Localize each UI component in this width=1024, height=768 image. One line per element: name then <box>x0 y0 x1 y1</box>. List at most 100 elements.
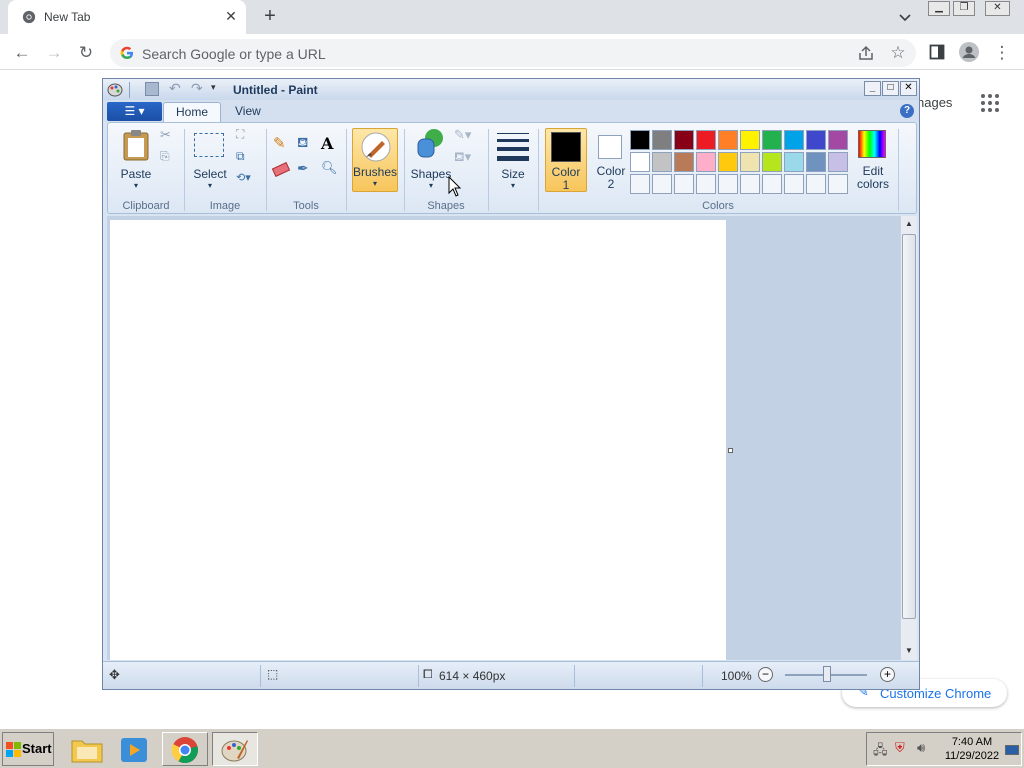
file-explorer-taskbar-button[interactable] <box>64 732 110 766</box>
palette-swatch[interactable] <box>762 130 782 150</box>
tab-close-icon[interactable]: ✕ <box>222 8 240 25</box>
media-player-taskbar-button[interactable] <box>112 732 158 766</box>
palette-swatch[interactable] <box>806 152 826 172</box>
palette-swatch[interactable] <box>718 130 738 150</box>
ntp-images-link[interactable]: nages <box>917 95 952 110</box>
palette-empty-swatch[interactable] <box>696 174 716 194</box>
undo-icon[interactable]: ↶ <box>169 80 181 97</box>
palette-swatch[interactable] <box>828 130 848 150</box>
brushes-button[interactable]: Brushes ▾ <box>352 128 398 192</box>
redo-icon[interactable]: ↷ <box>191 80 203 97</box>
palette-swatch[interactable] <box>740 152 760 172</box>
show-desktop-icon[interactable] <box>1005 745 1019 755</box>
magnifier-icon[interactable]: 🔍︎ <box>320 159 340 179</box>
palette-swatch[interactable] <box>674 152 694 172</box>
tab-new-tab[interactable]: New Tab ✕ <box>8 0 246 34</box>
palette-swatch[interactable] <box>784 152 804 172</box>
eraser-icon[interactable] <box>271 159 292 179</box>
color1-button[interactable]: Color 1 <box>545 128 587 192</box>
color-picker-icon[interactable]: ✒ <box>296 159 316 179</box>
paint-title-bar[interactable]: ↶ ↷ ▾ Untitled - Paint _ □ ✕ <box>103 79 919 100</box>
palette-empty-swatch[interactable] <box>762 174 782 194</box>
palette-swatch[interactable] <box>696 152 716 172</box>
palette-swatch[interactable] <box>740 130 760 150</box>
tab-view[interactable]: View <box>223 102 273 122</box>
paint-close-button[interactable]: ✕ <box>900 81 917 96</box>
start-button[interactable]: Start <box>2 732 54 766</box>
fill-icon[interactable]: ⛾▾ <box>454 149 471 167</box>
restore-button[interactable]: ❐ <box>953 1 975 16</box>
omnibox[interactable]: Search Google or type a URL <box>110 39 916 67</box>
copy-icon[interactable]: ⎘ <box>160 149 170 164</box>
select-button[interactable]: Select ▾ <box>190 127 230 191</box>
close-window-button[interactable]: ✕ <box>985 1 1010 16</box>
paint-file-menu-button[interactable]: ☰ ▾ <box>107 102 162 121</box>
size-button[interactable]: Size ▾ <box>494 127 532 191</box>
clock[interactable]: 7:40 AM 11/29/2022 <box>931 735 1013 763</box>
crop-icon[interactable]: ⛶ <box>236 127 244 142</box>
profile-avatar-icon[interactable] <box>959 42 979 62</box>
palette-empty-swatch[interactable] <box>740 174 760 194</box>
fill-bucket-icon[interactable]: ⛾ <box>296 133 316 153</box>
paint-minimize-button[interactable]: _ <box>864 81 881 96</box>
tab-home[interactable]: Home <box>163 102 222 122</box>
zoom-in-button[interactable]: + <box>880 667 895 682</box>
palette-empty-swatch[interactable] <box>630 174 650 194</box>
chrome-taskbar-button[interactable] <box>162 732 208 766</box>
new-tab-button[interactable]: + <box>260 5 280 28</box>
forward-arrow-icon[interactable]: → <box>44 43 64 63</box>
paint-taskbar-button[interactable] <box>212 732 258 766</box>
save-icon[interactable] <box>145 82 159 96</box>
palette-swatch[interactable] <box>696 130 716 150</box>
customize-quick-access-icon[interactable]: ▾ <box>211 82 216 93</box>
zoom-out-button[interactable]: − <box>758 667 773 682</box>
zoom-slider-thumb[interactable] <box>823 666 831 682</box>
reload-icon[interactable]: ↻ <box>76 43 96 63</box>
palette-empty-swatch[interactable] <box>718 174 738 194</box>
share-icon[interactable] <box>857 44 875 62</box>
chrome-menu-icon[interactable]: ⋮ <box>992 43 1012 63</box>
volume-icon[interactable]: 🔊︎ <box>917 740 925 756</box>
palette-empty-swatch[interactable] <box>784 174 804 194</box>
palette-swatch[interactable] <box>630 130 650 150</box>
paint-maximize-button[interactable]: □ <box>882 81 899 96</box>
palette-swatch[interactable] <box>828 152 848 172</box>
google-apps-icon[interactable] <box>980 93 1000 113</box>
scrollbar-thumb[interactable] <box>902 234 916 619</box>
palette-empty-swatch[interactable] <box>828 174 848 194</box>
palette-swatch[interactable] <box>630 152 650 172</box>
tab-search-chevron-icon[interactable] <box>896 8 914 26</box>
text-tool-icon[interactable]: A <box>320 133 340 153</box>
resize-icon[interactable]: ⧉ <box>236 149 245 164</box>
scroll-down-arrow-icon[interactable]: ▼ <box>902 644 916 658</box>
network-icon[interactable]: 🖧︎ <box>873 741 888 763</box>
minimize-button[interactable]: ▁ <box>928 1 950 16</box>
scroll-up-arrow-icon[interactable]: ▲ <box>902 217 916 231</box>
pencil-tool-icon[interactable]: ✎ <box>272 133 292 153</box>
drawing-canvas[interactable] <box>110 220 726 660</box>
outline-icon[interactable]: ✎▾ <box>454 127 471 143</box>
vertical-scrollbar[interactable]: ▲ ▼ <box>900 216 917 660</box>
back-arrow-icon[interactable]: ← <box>12 43 32 63</box>
canvas-resize-handle[interactable] <box>728 448 733 453</box>
cut-icon[interactable]: ✂ <box>160 127 171 143</box>
help-icon[interactable]: ? <box>900 104 914 118</box>
paint-app-icon[interactable] <box>107 82 123 98</box>
palette-swatch[interactable] <box>652 130 672 150</box>
palette-swatch[interactable] <box>762 152 782 172</box>
palette-swatch[interactable] <box>784 130 804 150</box>
rotate-icon[interactable]: ⟲▾ <box>236 171 251 184</box>
palette-swatch[interactable] <box>652 152 672 172</box>
palette-swatch[interactable] <box>806 130 826 150</box>
color2-button[interactable]: Color 2 <box>590 128 632 192</box>
palette-swatch[interactable] <box>674 130 694 150</box>
edit-colors-button[interactable]: Edit colors <box>850 128 896 192</box>
bookmark-star-icon[interactable]: ☆ <box>888 43 908 63</box>
palette-empty-swatch[interactable] <box>806 174 826 194</box>
side-panel-icon[interactable] <box>929 44 945 60</box>
palette-swatch[interactable] <box>718 152 738 172</box>
palette-empty-swatch[interactable] <box>674 174 694 194</box>
paste-button[interactable]: Paste ▾ <box>116 127 156 191</box>
palette-empty-swatch[interactable] <box>652 174 672 194</box>
security-alert-icon[interactable]: ⛨ <box>895 740 905 756</box>
